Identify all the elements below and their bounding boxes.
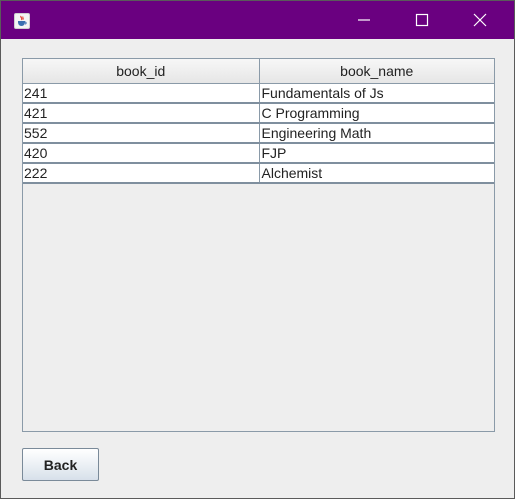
minimize-icon (358, 19, 370, 21)
table-row[interactable]: 222 Alchemist (23, 163, 494, 184)
cell-book-id[interactable]: 552 (23, 123, 260, 144)
cell-book-id[interactable]: 420 (23, 143, 260, 164)
column-header-book-id[interactable]: book_id (23, 59, 260, 84)
cell-book-id[interactable]: 222 (23, 163, 260, 184)
books-table[interactable]: book_id book_name 241 Fundamentals of Js… (23, 59, 494, 184)
table-row[interactable]: 552 Engineering Math (23, 123, 494, 144)
cell-book-name[interactable]: Fundamentals of Js (259, 83, 494, 104)
table-row[interactable]: 241 Fundamentals of Js (23, 83, 494, 104)
close-button[interactable] (451, 1, 509, 39)
minimize-button[interactable] (335, 1, 393, 39)
java-cup-icon[interactable] (14, 13, 30, 29)
back-button[interactable]: Back (22, 448, 99, 481)
column-header-book-name[interactable]: book_name (259, 59, 494, 84)
title-bar[interactable] (1, 1, 514, 39)
table-header-row: book_id book_name (23, 59, 494, 84)
cell-book-name[interactable]: Alchemist (259, 163, 494, 184)
maximize-icon (415, 13, 429, 27)
table-row[interactable]: 420 FJP (23, 143, 494, 164)
app-window: book_id book_name 241 Fundamentals of Js… (0, 0, 515, 499)
close-icon (473, 13, 487, 27)
table-row[interactable]: 421 C Programming (23, 103, 494, 124)
books-table-scrollpane[interactable]: book_id book_name 241 Fundamentals of Js… (22, 58, 495, 432)
cell-book-id[interactable]: 421 (23, 103, 260, 124)
maximize-button[interactable] (393, 1, 451, 39)
cell-book-name[interactable]: FJP (259, 143, 494, 164)
cell-book-name[interactable]: C Programming (259, 103, 494, 124)
cell-book-name[interactable]: Engineering Math (259, 123, 494, 144)
cell-book-id[interactable]: 241 (23, 83, 260, 104)
